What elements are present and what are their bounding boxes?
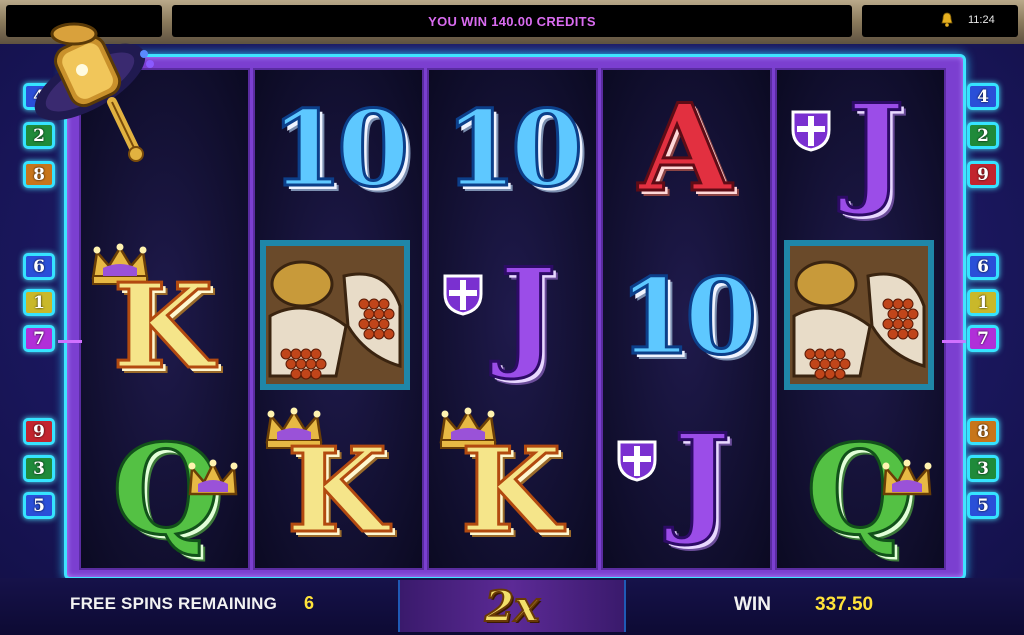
- payline-right-8: 3: [967, 455, 999, 482]
- payline-connector-right: [942, 340, 966, 343]
- ten-number: 10: [443, 85, 585, 211]
- payline-right-9: 5: [967, 492, 999, 519]
- stones-art: [266, 246, 404, 384]
- jack-symbol: J: [605, 398, 765, 558]
- free-spins-count: 6: [304, 593, 315, 613]
- jack-letter: J: [846, 76, 906, 220]
- king-symbol: K: [83, 238, 243, 398]
- ten-symbol: 10: [431, 68, 591, 228]
- king-letter: K: [285, 422, 389, 561]
- win-message: YOU WIN 140.00 CREDITS: [428, 13, 596, 29]
- ritual-stones-symbol: [784, 240, 934, 390]
- prayer-drum-symbol: [34, 22, 154, 162]
- ritual-stones-symbol: [260, 240, 410, 390]
- payline-left-3: 8: [23, 161, 55, 188]
- payline-right-5: 1: [967, 289, 999, 316]
- ten-number: 10: [269, 85, 411, 211]
- payline-left-4: 6: [23, 253, 55, 280]
- ten-number: 10: [617, 253, 759, 379]
- payline-right-7: 8: [967, 418, 999, 445]
- king-symbol: K: [257, 402, 417, 562]
- ace-symbol: A: [605, 68, 765, 228]
- multiplier-panel: 2x: [398, 580, 626, 632]
- free-spins-label: FREE SPINS REMAINING: [70, 594, 278, 613]
- payline-right-3: 9: [967, 161, 999, 188]
- payline-left-5: 1: [23, 289, 55, 316]
- payline-right-4: 6: [967, 253, 999, 280]
- ten-symbol: 10: [257, 68, 417, 228]
- payline-right-1: 4: [967, 83, 999, 110]
- payline-left-9: 5: [23, 492, 55, 519]
- top-bar-right-panel: 11:24: [862, 5, 1018, 37]
- win-message-panel: YOU WIN 140.00 CREDITS: [172, 5, 852, 37]
- clock: 11:24: [968, 14, 995, 26]
- ace-letter: A: [637, 76, 733, 220]
- queen-symbol: Q: [86, 410, 246, 570]
- jack-symbol: J: [779, 68, 939, 228]
- payline-left-8: 3: [23, 455, 55, 482]
- payline-left-7: 9: [23, 418, 55, 445]
- payline-left-6: 7: [23, 325, 55, 352]
- king-symbol: K: [431, 402, 591, 562]
- queen-symbol: Q: [780, 410, 940, 570]
- crown-icon: [188, 459, 238, 496]
- king-letter: K: [111, 258, 215, 397]
- crown-icon: [882, 459, 932, 496]
- jack-symbol: J: [431, 232, 591, 392]
- bell-icon[interactable]: [940, 12, 954, 28]
- jack-letter: J: [672, 406, 732, 550]
- payline-right-2: 2: [967, 122, 999, 149]
- payline-right-6: 7: [967, 325, 999, 352]
- ten-symbol: 10: [605, 236, 765, 396]
- payline-connector-left: [58, 340, 82, 343]
- win-label: WIN: [734, 594, 771, 615]
- king-letter: K: [459, 422, 563, 561]
- win-amount: 337.50: [815, 594, 874, 615]
- multiplier-value: 2x: [484, 581, 540, 632]
- stones-art: [790, 246, 928, 384]
- jack-letter: J: [498, 240, 558, 384]
